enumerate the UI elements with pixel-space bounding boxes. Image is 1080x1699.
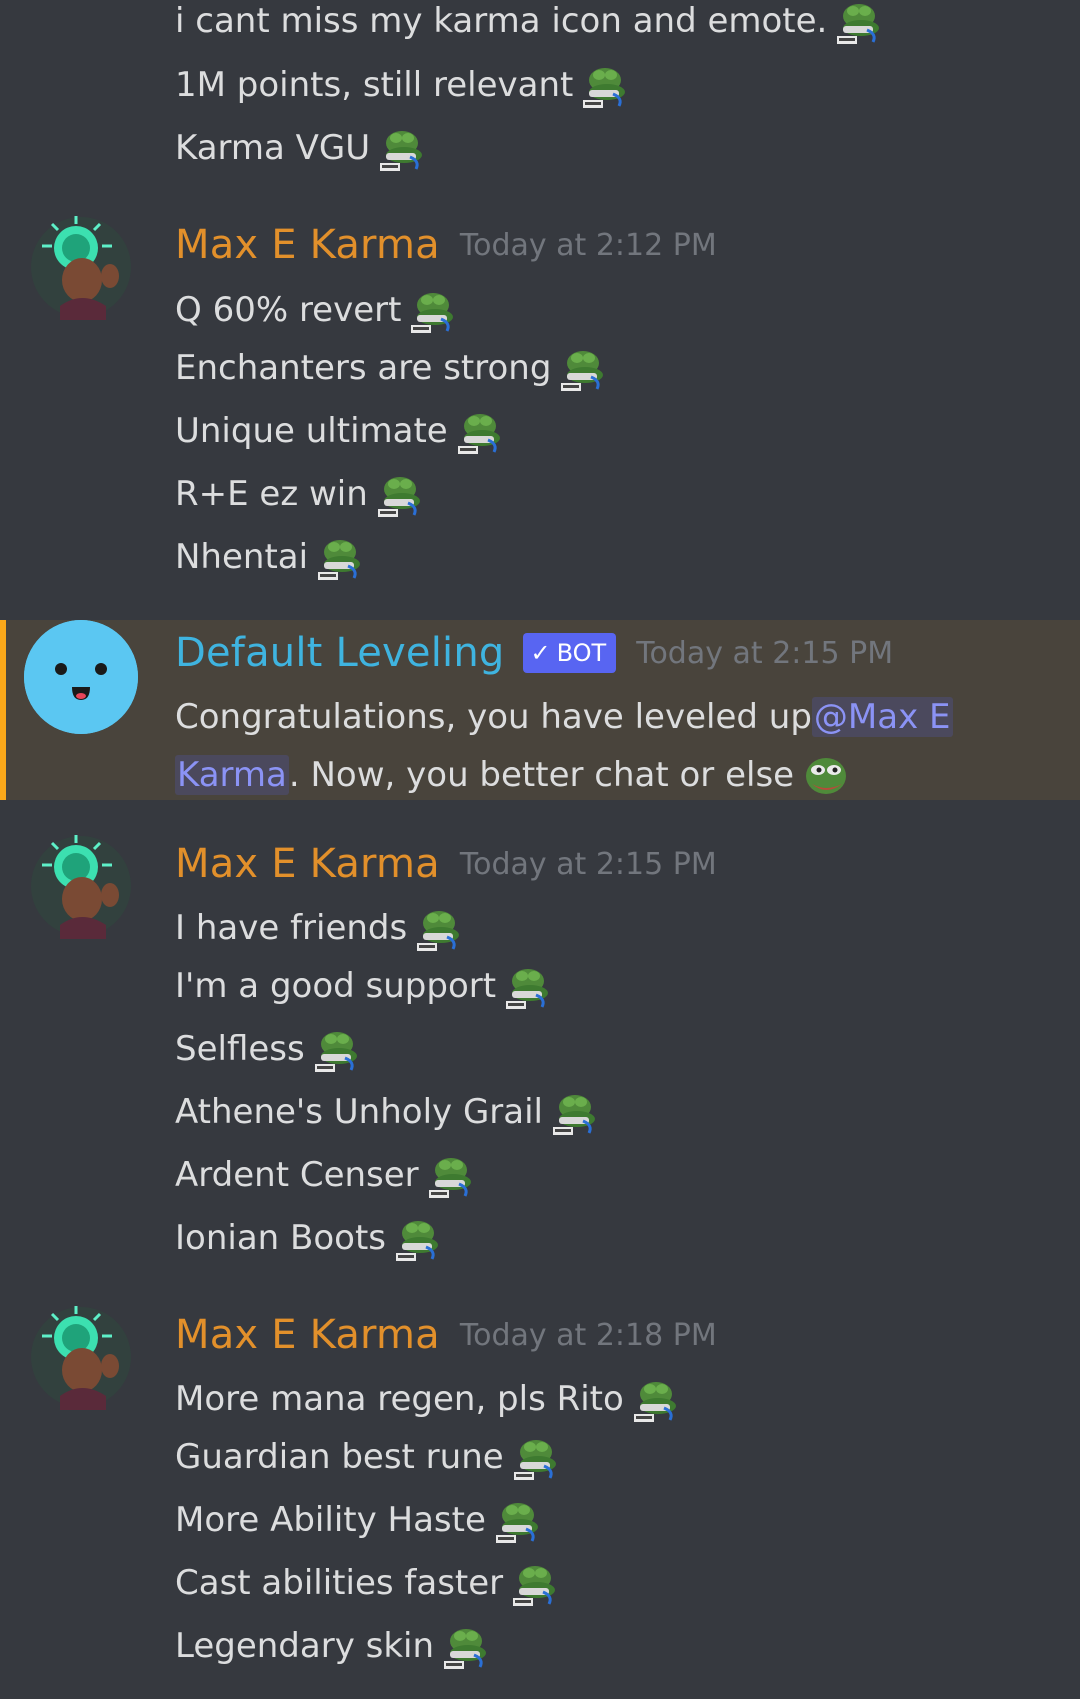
message-line: Cast abilities faster — [175, 1554, 559, 1612]
chat-messages: i cant miss my karma icon and emote. 1M … — [0, 0, 1080, 1699]
mention-highlight-bar — [0, 620, 6, 800]
timestamp: Today at 2:15 PM — [636, 635, 894, 671]
user-mention[interactable]: @Max E — [811, 697, 953, 737]
copium-emote-icon[interactable] — [316, 536, 364, 582]
karma-avatar[interactable] — [24, 829, 138, 943]
message-header: Max E Karma Today at 2:12 PM — [175, 215, 717, 275]
message-text: Enchanters are strong — [175, 348, 552, 388]
message-text: More Ability Haste — [175, 1500, 486, 1540]
copium-emote-icon[interactable] — [313, 1028, 361, 1074]
message-text: I have friends — [175, 908, 408, 948]
message-text: Selfless — [175, 1029, 305, 1069]
message-text: . Now, you better chat or else — [288, 755, 795, 795]
copium-emote-icon[interactable] — [559, 347, 607, 393]
message-text: Unique ultimate — [175, 411, 448, 451]
message-line: I'm a good support — [175, 957, 552, 1015]
copium-emote-icon[interactable] — [378, 127, 426, 173]
message-text: Ardent Censer — [175, 1155, 419, 1195]
timestamp: Today at 2:15 PM — [459, 846, 717, 882]
copium-emote-icon[interactable] — [442, 1625, 490, 1671]
timestamp: Today at 2:18 PM — [459, 1317, 717, 1353]
copium-emote-icon[interactable] — [632, 1378, 680, 1424]
copium-emote-icon[interactable] — [376, 473, 424, 519]
copium-emote-icon[interactable] — [427, 1154, 475, 1200]
message-line: Congratulations, you have leveled up @Ma… — [175, 688, 953, 746]
message-line: Athene's Unholy Grail — [175, 1083, 599, 1141]
message-line: Ardent Censer — [175, 1146, 475, 1204]
message-line: Ionian Boots — [175, 1209, 442, 1267]
user-mention[interactable]: Karma — [175, 755, 289, 795]
message-line: Enchanters are strong — [175, 339, 607, 397]
copium-emote-icon[interactable] — [456, 410, 504, 456]
message-text: I'm a good support — [175, 966, 497, 1006]
username[interactable]: Max E Karma — [175, 841, 440, 887]
message-header: Max E Karma Today at 2:15 PM — [175, 834, 717, 894]
copium-emote-icon[interactable] — [409, 289, 457, 335]
message-text: Ionian Boots — [175, 1218, 386, 1258]
copium-emote-icon[interactable] — [551, 1091, 599, 1137]
message-line: Unique ultimate — [175, 402, 504, 460]
copium-emote-icon[interactable] — [581, 64, 629, 110]
message-text: Congratulations, you have leveled up — [175, 697, 812, 737]
copium-emote-icon[interactable] — [415, 907, 463, 953]
message-line: Legendary skin — [175, 1617, 490, 1675]
username[interactable]: Max E Karma — [175, 222, 440, 268]
message-text: Cast abilities faster — [175, 1563, 504, 1603]
message-text: Nhentai — [175, 537, 309, 577]
message-text: Athene's Unholy Grail — [175, 1092, 544, 1132]
message-line: More mana regen, pls Rito — [175, 1370, 680, 1428]
message-line: 1M points, still relevant — [175, 56, 629, 114]
copium-emote-icon[interactable] — [394, 1217, 442, 1263]
message-line: Nhentai — [175, 528, 364, 586]
karma-avatar[interactable] — [24, 210, 138, 324]
copium-emote-icon[interactable] — [494, 1499, 542, 1545]
bot-badge: ✓ BOT — [522, 633, 617, 673]
copium-emote-icon[interactable] — [512, 1436, 560, 1482]
message-line: i cant miss my karma icon and emote. — [175, 0, 883, 50]
pepe-smile-emote-icon[interactable] — [802, 754, 850, 800]
message-line: More Ability Haste — [175, 1491, 542, 1549]
copium-emote-icon[interactable] — [835, 0, 883, 46]
message-text: i cant miss my karma icon and emote. — [175, 1, 828, 41]
message-line: Karma . Now, you better chat or else — [175, 746, 850, 804]
bot-badge-label: BOT — [556, 639, 607, 667]
timestamp: Today at 2:12 PM — [459, 227, 717, 263]
username[interactable]: Max E Karma — [175, 1312, 440, 1358]
message-header: Default Leveling ✓ BOT Today at 2:15 PM — [175, 623, 893, 683]
message-text: Legendary skin — [175, 1626, 435, 1666]
message-line: Q 60% revert — [175, 281, 457, 339]
message-text: Q 60% revert — [175, 290, 402, 330]
username[interactable]: Default Leveling — [175, 630, 505, 676]
message-text: Karma VGU — [175, 128, 371, 168]
karma-avatar[interactable] — [24, 1300, 138, 1414]
message-text: More mana regen, pls Rito — [175, 1379, 624, 1419]
copium-emote-icon[interactable] — [504, 965, 552, 1011]
message-line: Guardian best rune — [175, 1428, 560, 1486]
message-text: 1M points, still relevant — [175, 65, 574, 105]
checkmark-icon: ✓ — [530, 639, 551, 667]
copium-emote-icon[interactable] — [511, 1562, 559, 1608]
message-line: R+E ez win — [175, 465, 424, 523]
message-text: R+E ez win — [175, 474, 368, 514]
message-line: Karma VGU — [175, 119, 426, 177]
bot-avatar[interactable] — [24, 620, 138, 734]
message-text: Guardian best rune — [175, 1437, 504, 1477]
message-line: I have friends — [175, 899, 463, 957]
message-header: Max E Karma Today at 2:18 PM — [175, 1305, 717, 1365]
message-line: Selfless — [175, 1020, 361, 1078]
